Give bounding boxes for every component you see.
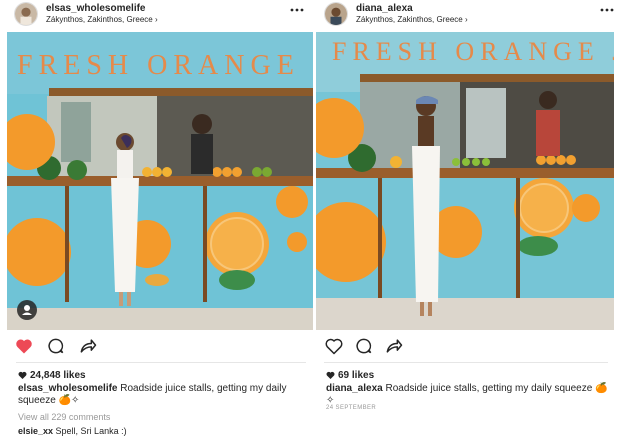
post-date: 24 SEPTEMBER	[326, 405, 377, 411]
caption-username[interactable]: diana_alexa	[326, 383, 383, 394]
location-text[interactable]: Zákynthos, Zakinthos, Greece	[46, 15, 153, 24]
likes-text[interactable]: 24,848 likes	[30, 370, 86, 381]
avatar[interactable]	[14, 2, 38, 26]
comment-bubble-icon[interactable]	[46, 336, 66, 356]
likes-count[interactable]: 69 likes	[326, 370, 374, 381]
location-text[interactable]: Zákynthos, Zakinthos, Greece	[356, 15, 463, 24]
post-card-right: diana_alexa Zákynthos, Zakinthos, Greece…	[312, 0, 620, 440]
comment-username[interactable]: elsie_xx	[18, 426, 53, 436]
username[interactable]: elsas_wholesomelife	[46, 3, 146, 14]
heart-mini-icon	[326, 371, 335, 379]
comment: elsie_xx Spell, Sri Lanka :)	[18, 426, 127, 436]
caption: diana_alexa Roadside juice stalls, getti…	[326, 383, 610, 407]
chevron-right-icon: ›	[154, 15, 158, 24]
avatar[interactable]	[324, 2, 348, 26]
comment-bubble-icon[interactable]	[354, 336, 374, 356]
divider	[16, 362, 306, 363]
post-header: diana_alexa Zákynthos, Zakinthos, Greece…	[312, 0, 620, 32]
more-dots-icon[interactable]	[290, 5, 304, 15]
post-header: elsas_wholesomelife Zákynthos, Zakinthos…	[2, 0, 310, 32]
sign-text: FRESH ORANGE JU	[17, 50, 313, 81]
user-tag-icon[interactable]	[17, 300, 37, 320]
username[interactable]: diana_alexa	[356, 3, 413, 14]
comment-text: Spell, Sri Lanka :)	[53, 426, 127, 436]
view-comments-link[interactable]: View all 229 comments	[18, 412, 110, 422]
share-arrow-icon[interactable]	[78, 336, 98, 356]
post-photo[interactable]: FRESH ORANGE JU	[316, 32, 614, 330]
post-card-left: elsas_wholesomelife Zákynthos, Zakinthos…	[2, 0, 313, 440]
likes-count[interactable]: 24,848 likes	[18, 370, 86, 381]
location[interactable]: Zákynthos, Zakinthos, Greece ›	[356, 15, 468, 24]
caption-username[interactable]: elsas_wholesomelife	[18, 383, 118, 394]
location[interactable]: Zákynthos, Zakinthos, Greece ›	[46, 15, 158, 24]
juice-stall-image: FRESH ORANGE JU	[316, 32, 614, 330]
chevron-right-icon: ›	[464, 15, 468, 24]
post-photo[interactable]: FRESH ORANGE JU	[7, 32, 313, 330]
caption: elsas_wholesomelife Roadside juice stall…	[18, 383, 308, 407]
heart-mini-icon	[18, 371, 27, 379]
more-dots-icon[interactable]	[600, 5, 614, 15]
share-arrow-icon[interactable]	[384, 336, 404, 356]
heart-icon[interactable]	[14, 336, 34, 356]
juice-stall-image: FRESH ORANGE JU	[7, 32, 313, 330]
sign-text: FRESH ORANGE JU	[332, 37, 614, 66]
likes-text[interactable]: 69 likes	[338, 370, 374, 381]
heart-icon[interactable]	[324, 336, 344, 356]
divider	[324, 362, 608, 363]
